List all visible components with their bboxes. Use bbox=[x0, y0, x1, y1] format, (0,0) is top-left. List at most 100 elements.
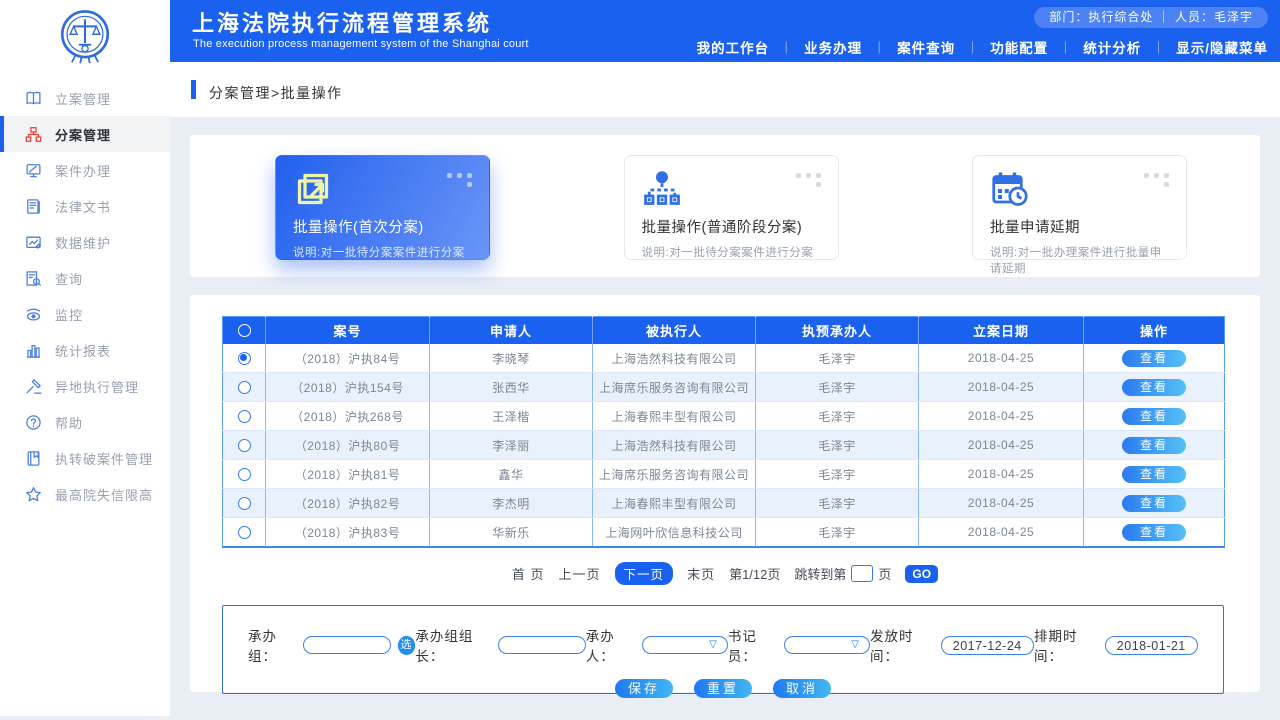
go-button[interactable]: GO bbox=[905, 565, 938, 583]
save-button[interactable]: 保存 bbox=[615, 679, 673, 698]
page-jump-group: 跳转到第 页 bbox=[794, 564, 891, 583]
row-radio[interactable] bbox=[238, 381, 251, 394]
court-logo bbox=[0, 0, 170, 68]
column-header-3: 被执行人 bbox=[593, 317, 756, 345]
row-radio[interactable] bbox=[238, 468, 251, 481]
table-row: （2018）沪执154号 张西华 上海席乐服务咨询有限公司 毛泽宇 2018-0… bbox=[223, 373, 1225, 402]
batch-action-card[interactable]: 批量操作(普通阶段分案) 说明:对一批待分案案件进行分案 bbox=[624, 155, 839, 260]
cell-respondent: 上海浩然科技有限公司 bbox=[593, 344, 756, 373]
sidebar-item[interactable]: 分案管理 bbox=[0, 116, 170, 152]
issue-date-label: 发放时间： bbox=[870, 625, 941, 665]
sidebar-item[interactable]: 查询 bbox=[0, 260, 170, 296]
sidebar-item[interactable]: 数据维护 bbox=[0, 224, 170, 260]
row-radio[interactable] bbox=[238, 439, 251, 452]
sidebar-item-label: 帮助 bbox=[55, 413, 83, 432]
table-row: （2018）沪执80号 李泽丽 上海浩然科技有限公司 毛泽宇 2018-04-2… bbox=[223, 431, 1225, 460]
sidebar-item-label: 案件办理 bbox=[55, 161, 111, 180]
nav-item-2[interactable]: 业务办理 bbox=[804, 37, 862, 57]
jump-page-input[interactable] bbox=[851, 565, 873, 582]
bar-chart-icon bbox=[25, 342, 42, 359]
column-header-4: 执预承办人 bbox=[756, 317, 919, 345]
page-next-button[interactable]: 下一页 bbox=[615, 562, 674, 585]
row-radio[interactable] bbox=[238, 526, 251, 539]
clerk-select[interactable]: ▽ bbox=[784, 636, 870, 654]
group-input[interactable] bbox=[303, 636, 391, 654]
cell-applicant: 王泽楷 bbox=[430, 402, 593, 431]
sidebar-item[interactable]: 统计报表 bbox=[0, 332, 170, 368]
row-radio[interactable] bbox=[238, 410, 251, 423]
cell-case-no: （2018）沪执154号 bbox=[266, 373, 430, 402]
view-button[interactable]: 查看 bbox=[1122, 408, 1186, 425]
cell-filing-date: 2018-04-25 bbox=[919, 518, 1084, 548]
sidebar-item[interactable]: 监控 bbox=[0, 296, 170, 332]
assignment-form: 承办组： 选 承办组组长： 承办人： ▽ 书记员： ▽ bbox=[222, 605, 1224, 694]
gavel-icon bbox=[25, 378, 42, 395]
sidebar-item[interactable]: 案件办理 bbox=[0, 152, 170, 188]
monitor-icon bbox=[25, 162, 42, 179]
issue-date-input[interactable]: 2017-12-24 bbox=[941, 636, 1034, 655]
cancel-button[interactable]: 取消 bbox=[773, 679, 831, 698]
external-link-icon bbox=[293, 169, 333, 209]
sidebar-item[interactable]: 执转破案件管理 bbox=[0, 440, 170, 476]
cell-respondent: 上海席乐服务咨询有限公司 bbox=[593, 460, 756, 489]
sidebar-item[interactable]: 异地执行管理 bbox=[0, 368, 170, 404]
leader-input[interactable] bbox=[498, 636, 586, 654]
page-first-button[interactable]: 首 页 bbox=[512, 564, 545, 583]
row-radio[interactable] bbox=[238, 497, 251, 510]
view-button[interactable]: 查看 bbox=[1122, 350, 1186, 367]
cell-handler: 毛泽宇 bbox=[756, 431, 919, 460]
group-label: 承办组： bbox=[248, 625, 303, 665]
sidebar-item-label: 数据维护 bbox=[55, 233, 111, 252]
sidebar: 立案管理 分案管理 案件办理 法律文书 数据维护 查询 监控 统计报表 异地执行… bbox=[0, 0, 170, 716]
handler-label: 承办人： bbox=[586, 625, 642, 665]
group-select-button[interactable]: 选 bbox=[398, 636, 416, 655]
sidebar-item-label: 异地执行管理 bbox=[55, 377, 139, 396]
row-radio[interactable] bbox=[238, 352, 251, 365]
chart-edit-icon bbox=[25, 234, 42, 251]
sidebar-item[interactable]: 帮助 bbox=[0, 404, 170, 440]
main-panel: 案号申请人被执行人执预承办人立案日期操作 （2018）沪执84号 李晓琴 上海浩… bbox=[190, 295, 1260, 692]
table-row: （2018）沪执84号 李晓琴 上海浩然科技有限公司 毛泽宇 2018-04-2… bbox=[223, 344, 1225, 373]
nav-separator: ｜ bbox=[1059, 39, 1072, 56]
page-info: 第1/12页 bbox=[729, 564, 780, 583]
handler-select[interactable]: ▽ bbox=[642, 636, 728, 654]
column-header-6: 操作 bbox=[1084, 317, 1225, 345]
sidebar-item-label: 统计报表 bbox=[55, 341, 111, 360]
page-last-button[interactable]: 末页 bbox=[687, 564, 715, 583]
table-row: （2018）沪执82号 李杰明 上海春熙丰型有限公司 毛泽宇 2018-04-2… bbox=[223, 489, 1225, 518]
sidebar-item-label: 执转破案件管理 bbox=[55, 449, 153, 468]
card-title: 批量操作(普通阶段分案) bbox=[642, 216, 821, 237]
batch-action-card[interactable]: 批量申请延期 说明:对一批办理案件进行批量申请延期 bbox=[972, 155, 1187, 260]
issue-date-group: 发放时间： 2017-12-24 bbox=[870, 625, 1034, 665]
view-button[interactable]: 查看 bbox=[1122, 379, 1186, 396]
page-prev-button[interactable]: 上一页 bbox=[559, 564, 601, 583]
view-button[interactable]: 查看 bbox=[1122, 524, 1186, 541]
view-button[interactable]: 查看 bbox=[1122, 437, 1186, 454]
bookmark-book-icon bbox=[25, 450, 42, 467]
clerk-label: 书记员： bbox=[728, 625, 784, 665]
nav-item-5[interactable]: 统计分析 bbox=[1083, 37, 1141, 57]
sidebar-item[interactable]: 法律文书 bbox=[0, 188, 170, 224]
sidebar-item[interactable]: 最高院失信限高 bbox=[0, 476, 170, 512]
schedule-date-label: 排期时间： bbox=[1034, 625, 1105, 665]
org-chart-icon bbox=[25, 126, 42, 143]
nav-item-1[interactable]: 我的工作台 bbox=[697, 37, 770, 57]
sidebar-item[interactable]: 立案管理 bbox=[0, 80, 170, 116]
schedule-date-input[interactable]: 2018-01-21 bbox=[1105, 636, 1198, 655]
nav-item-4[interactable]: 功能配置 bbox=[990, 37, 1048, 57]
app-header: 上海法院执行流程管理系统 The execution process manag… bbox=[170, 0, 1280, 62]
clerk-field-group: 书记员： ▽ bbox=[728, 625, 870, 665]
batch-action-card[interactable]: 批量操作(首次分案) 说明:对一批待分案案件进行分案 bbox=[275, 155, 490, 260]
nav-item-6[interactable]: 显示/隐藏菜单 bbox=[1176, 37, 1268, 57]
nav-item-3[interactable]: 案件查询 bbox=[897, 37, 955, 57]
cell-handler: 毛泽宇 bbox=[756, 460, 919, 489]
view-button[interactable]: 查看 bbox=[1122, 495, 1186, 512]
reset-button[interactable]: 重置 bbox=[694, 679, 752, 698]
star-icon bbox=[25, 486, 42, 503]
cell-filing-date: 2018-04-25 bbox=[919, 344, 1084, 373]
nav-separator: ｜ bbox=[780, 39, 793, 56]
cell-handler: 毛泽宇 bbox=[756, 518, 919, 548]
table-row: （2018）沪执268号 王泽楷 上海春熙丰型有限公司 毛泽宇 2018-04-… bbox=[223, 402, 1225, 431]
select-all-radio[interactable] bbox=[238, 324, 251, 337]
view-button[interactable]: 查看 bbox=[1122, 466, 1186, 483]
